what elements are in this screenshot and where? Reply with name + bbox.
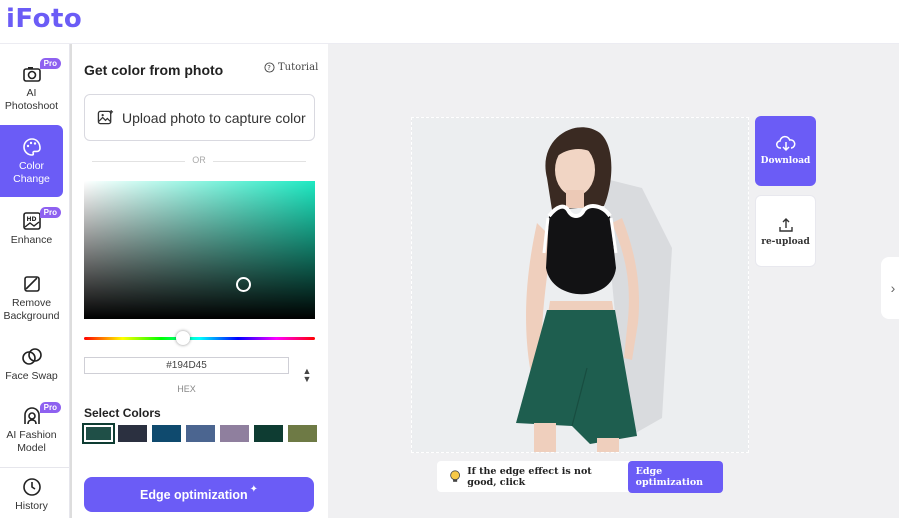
ifoto-logo[interactable]: iFoto [6, 4, 82, 34]
help-circle-icon: ? [264, 62, 275, 73]
edge-optimization-label: Edge optimization [139, 487, 248, 502]
format-toggle-arrows-icon[interactable]: ▲ ▼ [302, 367, 312, 387]
sidebar-item-color-change[interactable]: Color Change [0, 125, 63, 197]
color-picker-handle[interactable] [236, 277, 251, 292]
svg-text:?: ? [267, 64, 271, 72]
pro-badge: Pro [39, 207, 61, 218]
sidebar-item-ai-photoshoot[interactable]: Pro AI Photoshoot [0, 58, 63, 120]
color-swatch[interactable] [186, 425, 215, 442]
palette-icon [22, 138, 41, 156]
color-swatch[interactable] [82, 423, 115, 444]
sidebar-item-label: Enhance [10, 234, 53, 246]
next-arrow-button[interactable]: › [881, 257, 899, 319]
sparkle-icon: ✦ [249, 484, 259, 495]
face-swap-icon [21, 348, 42, 365]
sidebar-item-label: History [15, 500, 48, 512]
pro-badge: Pro [39, 402, 61, 413]
tutorial-label: Tutorial [278, 62, 319, 73]
upload-photo-button[interactable]: Upload photo to capture color [84, 94, 315, 141]
color-swatch[interactable] [220, 425, 249, 442]
sidebar-item-label: Remove Background [3, 297, 60, 322]
edge-optimization-button[interactable]: Edge optimization ✦ [84, 477, 314, 512]
or-divider: OR [92, 155, 306, 167]
hd-image-icon: HD [22, 212, 41, 230]
color-swatch[interactable] [288, 425, 317, 442]
eraser-icon [23, 276, 40, 292]
sidebar: Pro AI Photoshoot Color Change Pro HD En… [0, 44, 70, 518]
sidebar-item-label: AI Photoshoot [4, 87, 59, 112]
sidebar-item-ai-fashion-model[interactable]: Pro AI Fashion Model [0, 402, 63, 464]
cloud-download-icon [775, 135, 795, 152]
color-swatch[interactable] [152, 425, 181, 442]
sidebar-item-history[interactable]: History [0, 477, 63, 517]
download-label: Download [760, 156, 811, 166]
hue-slider[interactable] [84, 337, 315, 340]
model-photo-illustration [412, 118, 748, 452]
color-swatch[interactable] [254, 425, 283, 442]
edge-tip-text: If the edge effect is not good, click [467, 465, 592, 488]
sidebar-item-label: AI Fashion Model [6, 429, 57, 454]
result-photo [411, 117, 749, 453]
hex-label: HEX [177, 384, 196, 394]
clock-icon [22, 478, 41, 496]
color-swatch[interactable] [118, 425, 147, 442]
lightbulb-icon [450, 470, 461, 482]
edge-tip-bar: If the edge effect is not good, click Ed… [437, 460, 724, 493]
sidebar-item-face-swap[interactable]: Face Swap [0, 343, 63, 391]
upload-photo-label: Upload photo to capture color [122, 109, 306, 126]
panel-title: Get color from photo [84, 62, 224, 78]
sidebar-item-label: Face Swap [5, 370, 58, 382]
canvas-area: Download re-upload If the edge effect is… [328, 44, 899, 518]
pro-badge: Pro [39, 58, 61, 69]
svg-text:HD: HD [26, 216, 36, 223]
color-swatches [82, 423, 324, 444]
tip-edge-optimization-button[interactable]: Edge optimization [627, 460, 724, 493]
color-panel: Get color from photo ? Tutorial Upload p… [72, 44, 328, 518]
sidebar-item-remove-background[interactable]: Remove Background [0, 270, 63, 332]
hex-input[interactable]: #194D45 [84, 357, 289, 374]
tutorial-link[interactable]: ? Tutorial [264, 62, 318, 73]
saturation-value-picker[interactable] [84, 181, 315, 319]
top-bar: iFoto [0, 0, 899, 44]
image-upload-icon [97, 109, 114, 125]
hue-slider-handle[interactable] [176, 331, 190, 345]
re-upload-button[interactable]: re-upload [755, 195, 816, 267]
upload-icon [778, 218, 793, 232]
chevron-right-icon: › [890, 280, 896, 296]
re-upload-label: re-upload [761, 237, 810, 247]
select-colors-title: Select Colors [84, 406, 161, 420]
camera-icon [22, 67, 41, 82]
sidebar-item-enhance[interactable]: Pro HD Enhance [0, 207, 63, 255]
download-button[interactable]: Download [755, 116, 816, 186]
sidebar-item-label: Color Change [13, 160, 50, 185]
